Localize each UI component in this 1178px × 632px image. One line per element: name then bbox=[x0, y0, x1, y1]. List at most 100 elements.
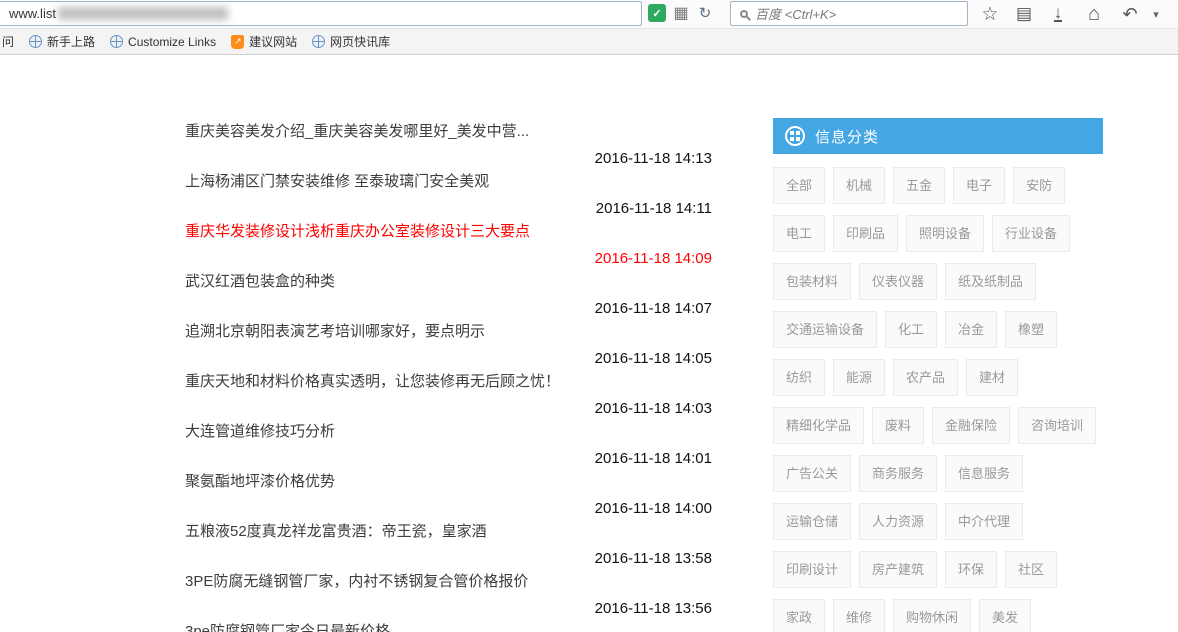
category-tag[interactable]: 冶金 bbox=[945, 311, 997, 348]
bookmark-item[interactable]: 问 bbox=[2, 33, 14, 50]
category-tag[interactable]: 农产品 bbox=[893, 359, 958, 396]
article-title-link[interactable]: 重庆天地和材料价格真实透明，让您装修再无后顾之忧！ bbox=[185, 370, 560, 391]
article-title-link[interactable]: 武汉红酒包装盒的种类 bbox=[185, 270, 335, 291]
article-row: 武汉红酒包装盒的种类 2016-11-18 14:07 bbox=[185, 267, 712, 317]
category-tag[interactable]: 电子 bbox=[953, 167, 1005, 204]
article-list: 重庆美容美发介绍_重庆美容美发哪里好_美发中营... 2016-11-18 14… bbox=[185, 117, 712, 632]
category-tag[interactable]: 咨询培训 bbox=[1018, 407, 1096, 444]
article-row: 重庆美容美发介绍_重庆美容美发哪里好_美发中营... 2016-11-18 14… bbox=[185, 117, 712, 167]
grid-icon bbox=[785, 126, 805, 146]
suggested-sites-icon bbox=[231, 35, 244, 49]
category-tag[interactable]: 废料 bbox=[872, 407, 924, 444]
category-tag[interactable]: 照明设备 bbox=[906, 215, 984, 252]
history-back-icon[interactable] bbox=[1118, 2, 1142, 26]
article-row: 重庆天地和材料价格真实透明，让您装修再无后顾之忧！ 2016-11-18 14:… bbox=[185, 367, 712, 417]
bookmark-label: 问 bbox=[2, 33, 14, 50]
article-title-link[interactable]: 上海杨浦区门禁安装维修 至泰玻璃门安全美观 bbox=[185, 170, 489, 191]
article-title-link[interactable]: 3pe防腐钢管厂家今日最新价格 bbox=[185, 620, 390, 632]
article-title-link[interactable]: 追溯北京朝阳表演艺考培训哪家好，要点明示 bbox=[185, 320, 485, 341]
bookmarks-panel-icon[interactable] bbox=[1012, 2, 1036, 26]
article-timestamp: 2016-11-18 13:56 bbox=[595, 600, 712, 617]
search-placeholder: 百度 <Ctrl+K> bbox=[755, 4, 836, 23]
category-tag[interactable]: 能源 bbox=[833, 359, 885, 396]
article-row: 上海杨浦区门禁安装维修 至泰玻璃门安全美观 2016-11-18 14:11 bbox=[185, 167, 712, 217]
article-title-link[interactable]: 3PE防腐无缝钢管厂家，内衬不锈钢复合管价格报价 bbox=[185, 570, 528, 591]
category-tag[interactable]: 建材 bbox=[966, 359, 1018, 396]
article-row-highlighted: 重庆华发装修设计浅析重庆办公室装修设计三大要点 2016-11-18 14:09 bbox=[185, 217, 712, 267]
article-row: 五粮液52度真龙祥龙富贵酒：帝王瓷，皇家酒 2016-11-18 13:58 bbox=[185, 517, 712, 567]
toolbar-dropdown-caret-icon[interactable] bbox=[1144, 2, 1168, 26]
article-timestamp: 2016-11-18 14:07 bbox=[595, 300, 712, 317]
bookmark-label: 新手上路 bbox=[47, 33, 95, 50]
browser-chrome: www.list 百度 <Ctrl+K> 问 新手上路 bbox=[0, 0, 1178, 55]
bookmarks-bar: 问 新手上路 Customize Links 建议网站 网页快讯库 bbox=[0, 28, 1178, 55]
sidebar-title: 信息分类 bbox=[815, 126, 879, 147]
category-tag[interactable]: 化工 bbox=[885, 311, 937, 348]
category-tag[interactable]: 包装材料 bbox=[773, 263, 851, 300]
bookmark-label: 网页快讯库 bbox=[330, 33, 390, 50]
bookmark-item[interactable]: Customize Links bbox=[110, 35, 216, 49]
category-tag[interactable]: 中介代理 bbox=[945, 503, 1023, 540]
category-tag[interactable]: 橡塑 bbox=[1005, 311, 1057, 348]
article-timestamp: 2016-11-18 14:03 bbox=[595, 400, 712, 417]
article-title-link[interactable]: 重庆美容美发介绍_重庆美容美发哪里好_美发中营... bbox=[185, 120, 529, 141]
bookmark-label: Customize Links bbox=[128, 35, 216, 49]
category-tag[interactable]: 运输仓储 bbox=[773, 503, 851, 540]
refresh-icon[interactable] bbox=[696, 4, 714, 22]
download-icon[interactable] bbox=[1046, 2, 1070, 26]
home-icon[interactable] bbox=[1082, 2, 1106, 26]
category-tag[interactable]: 信息服务 bbox=[945, 455, 1023, 492]
category-tag[interactable]: 交通运输设备 bbox=[773, 311, 877, 348]
category-tag[interactable]: 纸及纸制品 bbox=[945, 263, 1036, 300]
category-tag[interactable]: 金融保险 bbox=[932, 407, 1010, 444]
address-bar[interactable]: www.list bbox=[0, 1, 642, 26]
category-tag[interactable]: 环保 bbox=[945, 551, 997, 588]
security-shield-icon[interactable] bbox=[648, 4, 666, 22]
article-row: 3PE防腐无缝钢管厂家，内衬不锈钢复合管价格报价 2016-11-18 13:5… bbox=[185, 567, 712, 617]
qr-code-icon[interactable] bbox=[672, 4, 690, 22]
category-tag[interactable]: 房产建筑 bbox=[859, 551, 937, 588]
article-title-link[interactable]: 五粮液52度真龙祥龙富贵酒：帝王瓷，皇家酒 bbox=[185, 520, 487, 541]
category-tag[interactable]: 社区 bbox=[1005, 551, 1057, 588]
category-tag[interactable]: 纺织 bbox=[773, 359, 825, 396]
category-tag[interactable]: 精细化学品 bbox=[773, 407, 864, 444]
bookmark-item[interactable]: 新手上路 bbox=[29, 33, 95, 50]
category-tag[interactable]: 美发 bbox=[979, 599, 1031, 632]
category-tag[interactable]: 人力资源 bbox=[859, 503, 937, 540]
article-timestamp: 2016-11-18 14:13 bbox=[595, 150, 712, 167]
search-icon bbox=[740, 10, 748, 18]
browser-window: www.list 百度 <Ctrl+K> 问 新手上路 bbox=[0, 0, 1178, 632]
category-tag-list: 全部 机械 五金 电子 安防 电工 印刷品 照明设备 行业设备 包装材料 仪表仪… bbox=[773, 167, 1103, 632]
article-title-link[interactable]: 重庆华发装修设计浅析重庆办公室装修设计三大要点 bbox=[185, 220, 530, 241]
bookmark-item[interactable]: 网页快讯库 bbox=[312, 33, 390, 50]
article-timestamp: 2016-11-18 14:05 bbox=[595, 350, 712, 367]
category-tag[interactable]: 全部 bbox=[773, 167, 825, 204]
bookmark-item[interactable]: 建议网站 bbox=[231, 33, 297, 50]
bookmark-label: 建议网站 bbox=[249, 33, 297, 50]
category-tag[interactable]: 五金 bbox=[893, 167, 945, 204]
url-text: www.list bbox=[9, 6, 56, 21]
article-timestamp: 2016-11-18 14:01 bbox=[595, 450, 712, 467]
article-title-link[interactable]: 聚氨酯地坪漆价格优势 bbox=[185, 470, 335, 491]
category-tag[interactable]: 购物休闲 bbox=[893, 599, 971, 632]
category-tag[interactable]: 印刷品 bbox=[833, 215, 898, 252]
article-row: 追溯北京朝阳表演艺考培训哪家好，要点明示 2016-11-18 14:05 bbox=[185, 317, 712, 367]
category-tag[interactable]: 仪表仪器 bbox=[859, 263, 937, 300]
category-tag[interactable]: 安防 bbox=[1013, 167, 1065, 204]
bookmark-star-icon[interactable] bbox=[978, 2, 1002, 26]
article-timestamp: 2016-11-18 14:09 bbox=[595, 250, 712, 267]
globe-icon bbox=[312, 35, 325, 48]
category-sidebar: 信息分类 全部 机械 五金 电子 安防 电工 印刷品 照明设备 行业设备 包装材… bbox=[773, 118, 1103, 632]
category-tag[interactable]: 家政 bbox=[773, 599, 825, 632]
category-tag[interactable]: 商务服务 bbox=[859, 455, 937, 492]
url-blurred-segment bbox=[58, 7, 228, 20]
article-timestamp: 2016-11-18 14:11 bbox=[596, 200, 712, 217]
search-box[interactable]: 百度 <Ctrl+K> bbox=[730, 1, 968, 26]
category-tag[interactable]: 行业设备 bbox=[992, 215, 1070, 252]
category-tag[interactable]: 印刷设计 bbox=[773, 551, 851, 588]
category-tag[interactable]: 广告公关 bbox=[773, 455, 851, 492]
article-title-link[interactable]: 大连管道维修技巧分析 bbox=[185, 420, 335, 441]
category-tag[interactable]: 电工 bbox=[773, 215, 825, 252]
category-tag[interactable]: 机械 bbox=[833, 167, 885, 204]
category-tag[interactable]: 维修 bbox=[833, 599, 885, 632]
